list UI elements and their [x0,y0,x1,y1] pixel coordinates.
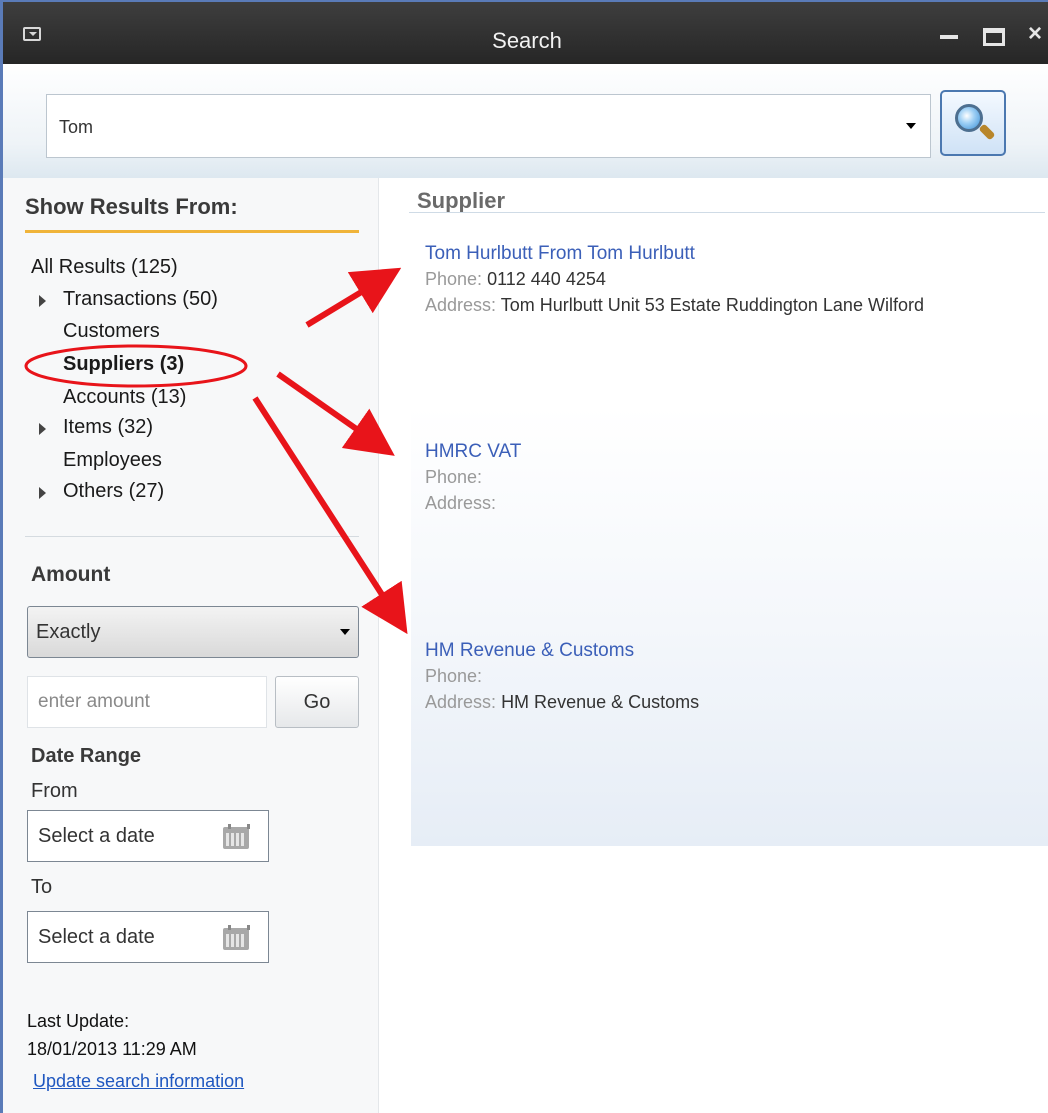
filter-customers[interactable]: Customers [63,320,160,343]
search-input[interactable]: Tom [46,94,931,158]
category-divider [409,212,1045,213]
filter-pane: Show Results From: All Results (125) Tra… [3,178,379,1113]
filter-items[interactable]: Items (32) [63,416,153,439]
amount-label: Amount [31,563,111,586]
to-date-value: Select a date [38,926,155,948]
expand-transactions-icon[interactable] [39,295,46,307]
result-item: Tom Hurlbutt From Tom Hurlbutt Phone: 01… [425,242,924,318]
result-name-link[interactable]: Tom Hurlbutt From Tom Hurlbutt [425,242,924,266]
results-category: Supplier [417,188,506,213]
calendar-icon[interactable] [223,925,250,950]
filter-suppliers[interactable]: Suppliers (3) [63,353,184,376]
amount-field[interactable] [27,676,267,728]
address-value: HM Revenue & Customs [501,692,700,712]
expand-items-icon[interactable] [39,423,46,435]
expand-others-icon[interactable] [39,487,46,499]
title-bar: Search × [3,2,1048,64]
search-window: Search × Tom Show Results From: All Resu… [0,0,1048,1113]
search-query: Tom [59,117,94,137]
date-range-label: Date Range [31,745,142,767]
magnifier-handle-icon [978,123,996,141]
header-underline [25,230,359,233]
amount-mode-select[interactable]: Exactly [27,606,359,658]
search-bar: Tom [3,64,1048,178]
address-label: Address: [425,295,497,315]
phone-label: Phone: [425,467,483,487]
minimize-icon[interactable] [938,24,960,46]
filter-all-results[interactable]: All Results (125) [31,256,178,279]
amount-input[interactable] [28,677,266,727]
address-label: Address: [425,493,497,513]
chevron-down-icon[interactable] [906,123,916,129]
last-update-label: Last Update: [27,1011,130,1031]
filter-accounts[interactable]: Accounts (13) [63,386,186,409]
address-value: Tom Hurlbutt Unit 53 Estate Ruddington L… [500,295,924,315]
address-label: Address: [425,692,497,712]
calendar-icon[interactable] [223,824,250,849]
filter-transactions[interactable]: Transactions (50) [63,288,218,311]
maximize-icon[interactable] [983,28,1005,46]
divider [25,536,359,537]
phone-label: Phone: [425,666,483,686]
filter-others[interactable]: Others (27) [63,480,164,503]
phone-label: Phone: [425,269,483,289]
result-address: Address: Tom Hurlbutt Unit 53 Estate Rud… [425,292,924,318]
from-date-value: Select a date [38,825,155,847]
close-icon[interactable]: × [1028,22,1048,46]
from-label: From [31,780,78,802]
from-date-picker[interactable]: Select a date [27,810,269,862]
results-pane: Supplier Tom Hurlbutt From Tom Hurlbutt … [379,178,1048,1113]
result-item: HMRC VAT Phone: Address: [425,440,521,516]
go-button[interactable]: Go [275,676,359,728]
result-name-link[interactable]: HMRC VAT [425,440,521,464]
result-address: Address: HM Revenue & Customs [425,689,699,715]
result-item: HM Revenue & Customs Phone: Address: HM … [425,639,699,715]
amount-mode-value: Exactly [36,621,101,643]
chevron-down-icon [340,629,350,635]
to-label: To [31,876,53,898]
result-address: Address: [425,490,521,516]
last-update-value: 18/01/2013 11:29 AM [27,1039,197,1059]
update-search-link[interactable]: Update search information [33,1071,244,1092]
result-phone: Phone: [425,464,521,490]
result-name-link[interactable]: HM Revenue & Customs [425,639,699,663]
window-title: Search [492,28,562,53]
result-phone: Phone: [425,663,699,689]
search-button[interactable] [940,90,1006,156]
phone-value: 0112 440 4254 [487,269,606,289]
filter-employees[interactable]: Employees [63,449,162,472]
filter-header: Show Results From: [25,194,238,219]
to-date-picker[interactable]: Select a date [27,911,269,963]
result-phone: Phone: 0112 440 4254 [425,266,924,292]
